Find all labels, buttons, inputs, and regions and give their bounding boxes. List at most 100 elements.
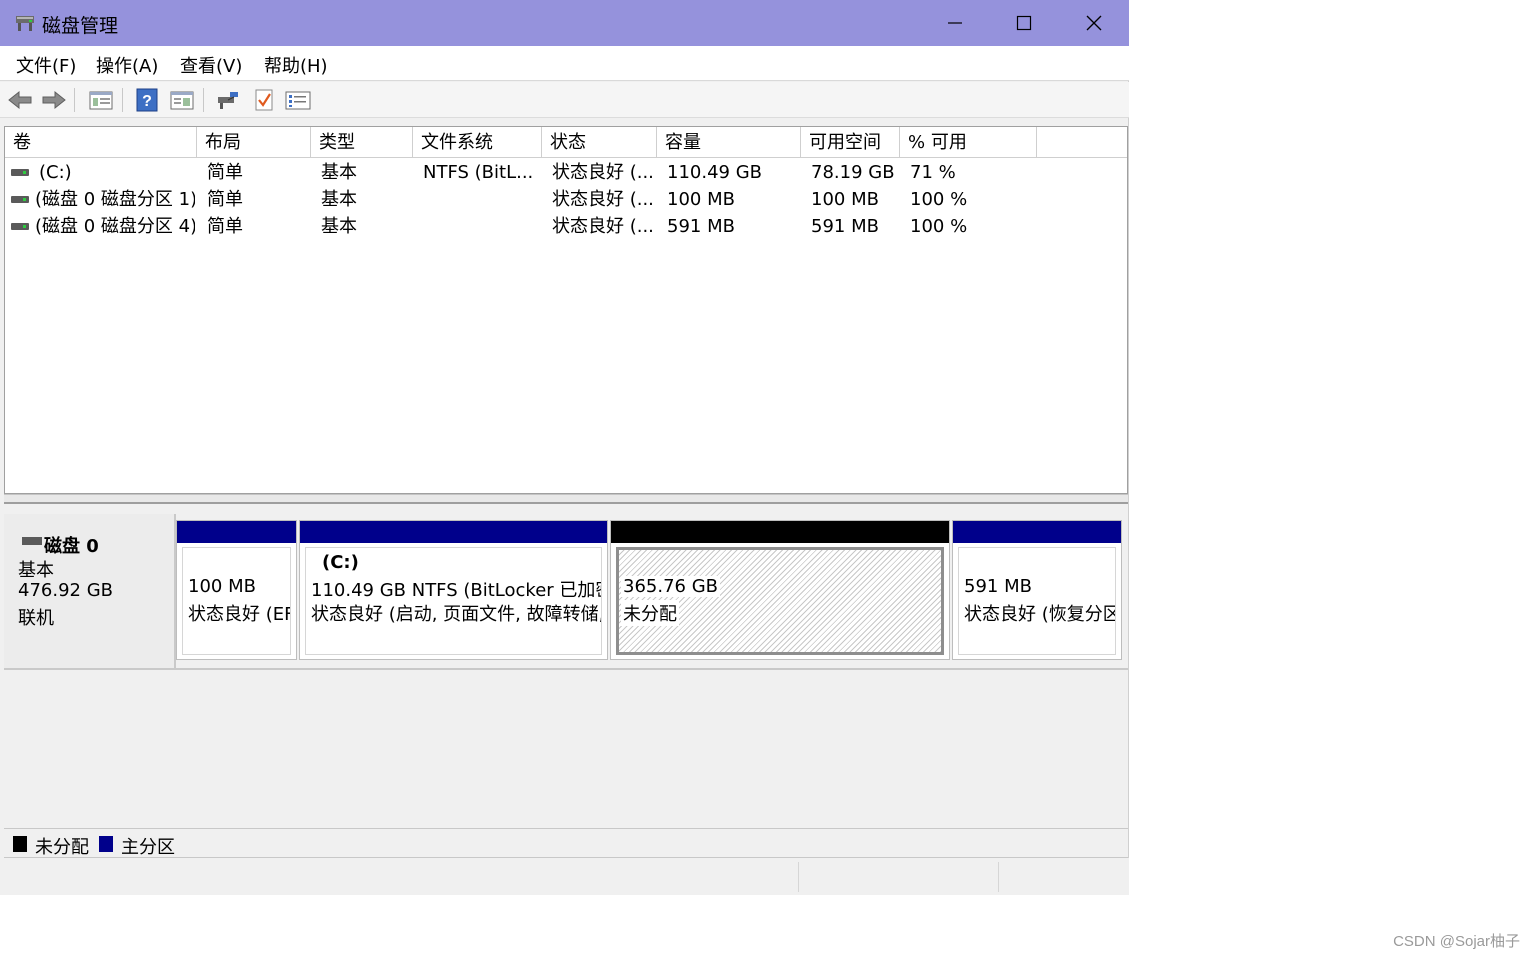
cell-volume: (磁盘 0 磁盘分区 4) <box>35 216 195 237</box>
connect-button[interactable] <box>215 87 241 113</box>
column-header-type[interactable]: 类型 <box>311 127 413 158</box>
menu-view[interactable]: 查看(V) <box>180 52 242 78</box>
partition-color-bar <box>177 521 296 543</box>
cell-layout: 简单 <box>207 189 243 210</box>
forward-icon <box>42 90 66 110</box>
partition-status: 状态良好 (EF <box>188 604 291 625</box>
connect-icon <box>218 92 238 109</box>
cell-type: 基本 <box>321 189 357 210</box>
partition-body: (C:) 110.49 GB NTFS (BitLocker 已加密) 状态良好… <box>305 547 602 655</box>
cell-status: 状态良好 (... <box>552 216 654 237</box>
disk-name: 磁盘 0 <box>44 536 99 557</box>
maximize-button[interactable] <box>989 0 1059 46</box>
column-header-empty <box>1037 127 1127 158</box>
menu-action[interactable]: 操作(A) <box>96 52 158 78</box>
menu-file[interactable]: 文件(F) <box>16 52 76 78</box>
cell-capacity: 591 MB <box>667 216 735 237</box>
volume-list: 卷 布局 类型 文件系统 状态 容量 可用空间 % 可用 (C:) 简单 基本 … <box>4 126 1128 494</box>
cell-layout: 简单 <box>207 216 243 237</box>
forward-button[interactable] <box>41 87 67 113</box>
partition-unallocated[interactable]: 365.76 GB 未分配 <box>610 520 950 660</box>
cell-percent-free: 71 % <box>910 162 956 183</box>
partition-body: 365.76 GB 未分配 <box>616 547 944 655</box>
partition-size: 110.49 GB NTFS (BitLocker 已加密) <box>311 580 602 601</box>
column-header-layout[interactable]: 布局 <box>197 127 311 158</box>
partition-recovery[interactable]: 591 MB 状态良好 (恢复分区 <box>952 520 1122 660</box>
partition-color-bar <box>300 521 607 543</box>
help-button[interactable]: ? <box>134 87 160 113</box>
cell-capacity: 100 MB <box>667 189 735 210</box>
close-button[interactable] <box>1059 0 1129 46</box>
partition-body: 591 MB 状态良好 (恢复分区 <box>958 547 1116 655</box>
partition-efi[interactable]: 100 MB 状态良好 (EF <box>176 520 297 660</box>
cell-capacity: 110.49 GB <box>667 162 763 183</box>
drive-icon <box>11 169 29 176</box>
table-row[interactable]: (C:) 简单 基本 NTFS (BitL... 状态良好 (... 110.4… <box>5 159 1127 186</box>
disk-management-app-icon <box>14 12 36 34</box>
cell-percent-free: 100 % <box>910 216 968 237</box>
minimize-icon <box>948 22 962 24</box>
cell-volume: (C:) <box>39 162 72 183</box>
properties-button[interactable] <box>285 87 311 113</box>
maximize-icon <box>1016 15 1032 31</box>
disk-icon <box>22 537 42 545</box>
partition-title: (C:) <box>322 552 359 573</box>
column-header-filesystem[interactable]: 文件系统 <box>413 127 542 158</box>
cell-free-space: 100 MB <box>811 189 879 210</box>
partition-body: 100 MB 状态良好 (EF <box>182 547 291 655</box>
partition-c[interactable]: (C:) 110.49 GB NTFS (BitLocker 已加密) 状态良好… <box>299 520 608 660</box>
table-row[interactable]: (磁盘 0 磁盘分区 1) 简单 基本 状态良好 (... 100 MB 100… <box>5 186 1127 213</box>
properties-icon <box>285 91 311 110</box>
cell-type: 基本 <box>321 162 357 183</box>
partition-color-bar <box>611 521 949 543</box>
check-icon <box>255 89 273 111</box>
cell-type: 基本 <box>321 216 357 237</box>
legend-swatch-unallocated <box>13 836 27 852</box>
details-pane-icon <box>170 91 194 110</box>
legend-swatch-primary <box>99 836 113 852</box>
cell-percent-free: 100 % <box>910 189 968 210</box>
cell-status: 状态良好 (... <box>552 189 654 210</box>
column-header-status[interactable]: 状态 <box>542 127 657 158</box>
console-tree-icon <box>89 91 113 110</box>
disk-state: 联机 <box>18 608 54 629</box>
column-header-free-space[interactable]: 可用空间 <box>801 127 900 158</box>
menu-help[interactable]: 帮助(H) <box>264 52 328 78</box>
window-title: 磁盘管理 <box>42 15 119 37</box>
drive-icon <box>11 196 29 203</box>
watermark: CSDN @Sojar柚子 <box>1393 933 1520 950</box>
column-header-capacity[interactable]: 容量 <box>657 127 801 158</box>
console-tree-button[interactable] <box>88 87 114 113</box>
legend-label-primary: 主分区 <box>121 837 175 858</box>
back-icon <box>8 90 32 110</box>
disk-type: 基本 <box>18 560 54 581</box>
partition-size: 100 MB <box>188 576 256 597</box>
partition-status: 未分配 <box>621 600 679 626</box>
column-header-volume[interactable]: 卷 <box>5 127 197 158</box>
svg-text:?: ? <box>142 93 152 110</box>
legend: 未分配 主分区 <box>4 828 1128 858</box>
disk-management-window: 磁盘管理 文件(F) 操作(A) 查看(V) 帮助(H) ? 卷 布局 类型 文… <box>0 0 1129 895</box>
status-bar-separator <box>798 862 799 892</box>
check-button[interactable] <box>251 87 277 113</box>
minimize-button[interactable] <box>920 0 990 46</box>
cell-free-space: 78.19 GB <box>811 162 895 183</box>
partition-size: 591 MB <box>964 576 1032 597</box>
status-bar-separator <box>998 862 999 892</box>
cell-filesystem: NTFS (BitL... <box>423 162 534 183</box>
cell-free-space: 591 MB <box>811 216 879 237</box>
partition-size: 365.76 GB <box>621 576 721 597</box>
details-pane-button[interactable] <box>169 87 195 113</box>
table-row[interactable]: (磁盘 0 磁盘分区 4) 简单 基本 状态良好 (... 591 MB 591… <box>5 213 1127 240</box>
disk-graphical-view: 磁盘 0 基本 476.92 GB 联机 100 MB 状态良好 (EF (C:… <box>4 506 1128 828</box>
disk-info-panel[interactable]: 磁盘 0 基本 476.92 GB 联机 <box>4 514 176 670</box>
disk-partition-row: 100 MB 状态良好 (EF (C:) 110.49 GB NTFS (Bit… <box>176 518 1128 670</box>
cell-status: 状态良好 (... <box>552 162 654 183</box>
partition-color-bar <box>953 521 1121 543</box>
back-button[interactable] <box>7 87 33 113</box>
column-header-percent-free[interactable]: % 可用 <box>900 127 1037 158</box>
toolbar-separator <box>203 88 204 112</box>
help-icon: ? <box>136 88 158 112</box>
partition-status: 状态良好 (恢复分区 <box>964 604 1116 625</box>
pane-splitter[interactable] <box>4 494 1128 504</box>
